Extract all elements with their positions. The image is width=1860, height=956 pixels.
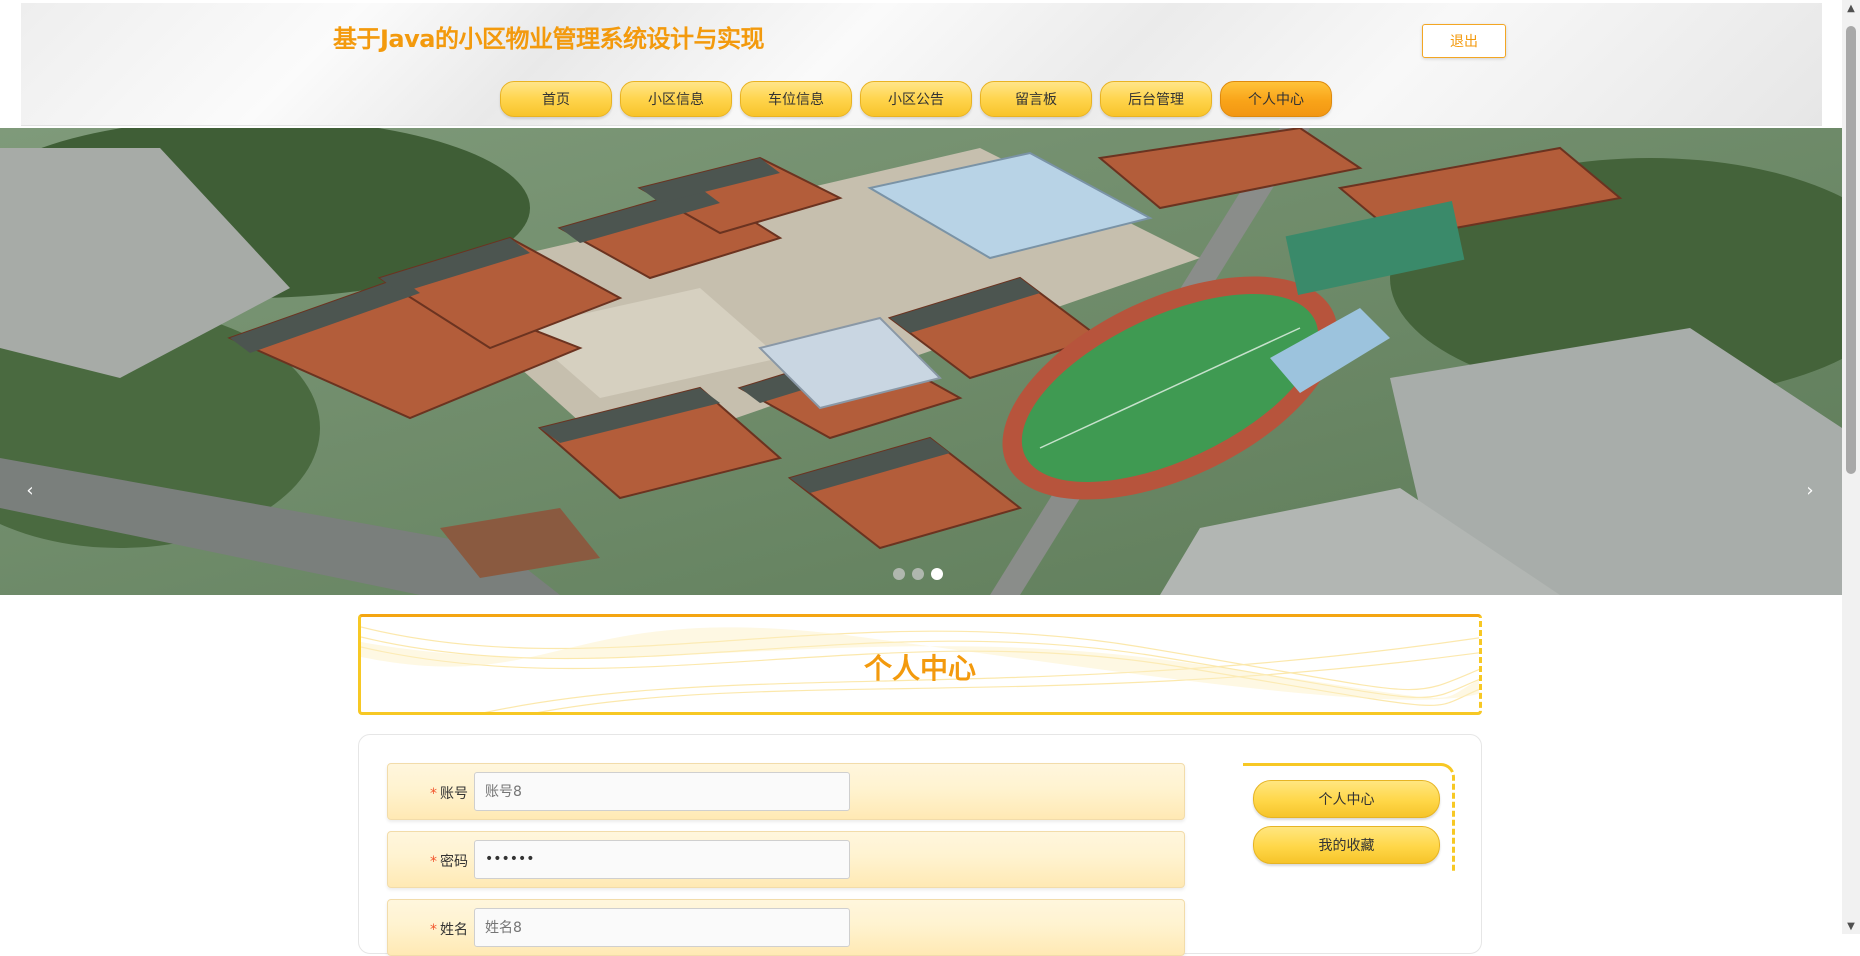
nav-message-board[interactable]: 留言板 [980,81,1092,117]
triangle-down-icon[interactable]: ▼ [1842,918,1860,934]
name-row: * 姓名 [387,899,1185,956]
scrollbar-thumb[interactable] [1846,26,1856,474]
carousel-dot-2[interactable] [912,568,924,580]
nav-admin[interactable]: 后台管理 [1100,81,1212,117]
logout-button[interactable]: 退出 [1422,24,1506,58]
nav-announcements[interactable]: 小区公告 [860,81,972,117]
nav-parking-info[interactable]: 车位信息 [740,81,852,117]
carousel-dot-3[interactable] [931,568,943,580]
site-title: 基于Java的小区物业管理系统设计与实现 [333,25,764,53]
name-input[interactable] [474,908,850,947]
carousel-next-button[interactable]: › [1798,478,1822,502]
banner-image [0,128,1842,595]
side-menu-my-favorites[interactable]: 我的收藏 [1253,826,1440,864]
password-input[interactable]: •••••• [474,840,850,879]
account-input[interactable] [474,772,850,811]
section-title-box: 个人中心 [358,614,1482,715]
profile-panel: *账号 *密码 •••••• *姓名 个人中心 我的收藏 [358,734,1482,956]
carousel-indicators [893,568,943,580]
required-mark: * [430,922,437,938]
nav-community-info[interactable]: 小区信息 [620,81,732,117]
section-title: 个人中心 [863,652,976,685]
main-nav: 首页 小区信息 车位信息 小区公告 留言板 后台管理 个人中心 [500,81,1332,117]
side-menu: 个人中心 我的收藏 [1243,763,1455,871]
banner-carousel: ‹ › [0,128,1842,595]
required-mark: * [430,786,437,802]
carousel-dot-1[interactable] [893,568,905,580]
nav-personal-center[interactable]: 个人中心 [1220,81,1332,117]
account-label: * 账号 [430,786,468,802]
password-label: * 密码 [430,854,468,870]
site-header: 基于Java的小区物业管理系统设计与实现 退出 首页 小区信息 车位信息 小区公… [21,3,1822,126]
account-row: * 账号 [387,763,1185,820]
required-mark: * [430,854,437,870]
name-label: * 姓名 [430,922,468,938]
nav-home[interactable]: 首页 [500,81,612,117]
password-row: * 密码 •••••• [387,831,1185,888]
page-scrollbar[interactable]: ▲ ▼ [1842,0,1860,934]
triangle-up-icon[interactable]: ▲ [1842,0,1860,16]
carousel-prev-button[interactable]: ‹ [18,478,42,502]
side-menu-personal-center[interactable]: 个人中心 [1253,780,1440,818]
